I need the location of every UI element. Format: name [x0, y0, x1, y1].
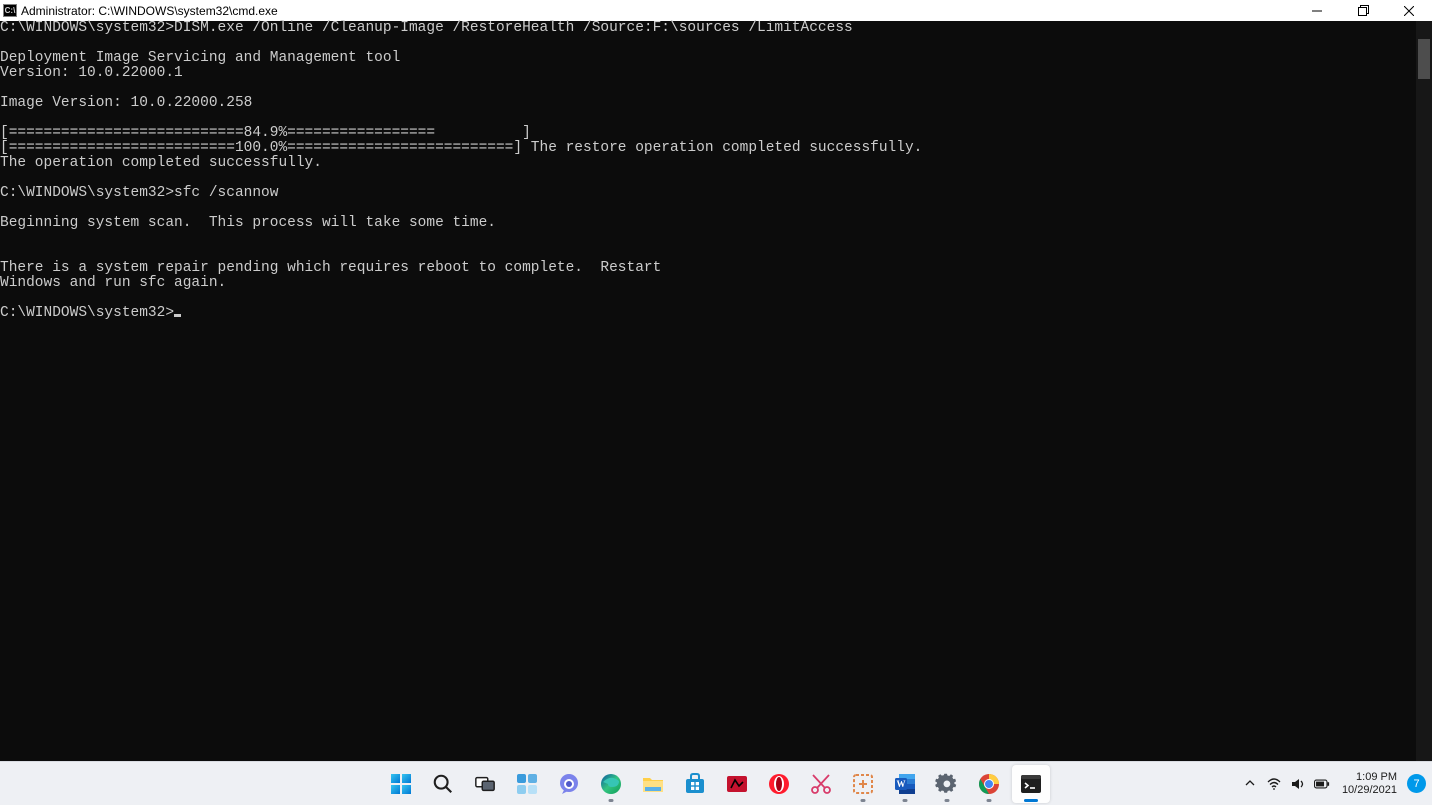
taskbar-item-task-view[interactable] [466, 765, 504, 803]
maximize-icon [1358, 5, 1369, 16]
taskbar-center: W [382, 765, 1050, 803]
taskbar-item-teams-chat[interactable] [550, 765, 588, 803]
snip-sketch-icon [809, 772, 833, 796]
task-view-icon [473, 772, 497, 796]
taskbar-item-file-explorer[interactable] [634, 765, 672, 803]
microsoft-store-icon [683, 772, 707, 796]
taskbar-item-app-red[interactable] [718, 765, 756, 803]
opera-icon [767, 772, 791, 796]
taskbar-item-snipping-tool[interactable] [844, 765, 882, 803]
clock-time: 1:09 PM [1342, 771, 1397, 784]
chrome-icon [977, 772, 1001, 796]
notification-badge[interactable]: 7 [1407, 774, 1426, 793]
taskbar-item-edge[interactable] [592, 765, 630, 803]
taskbar-item-widgets[interactable] [508, 765, 546, 803]
battery-icon[interactable] [1314, 776, 1330, 792]
edge-icon [599, 772, 623, 796]
file-explorer-icon [641, 772, 665, 796]
command-prompt-icon [1019, 772, 1043, 796]
terminal-output: C:\WINDOWS\system32>DISM.exe /Online /Cl… [0, 21, 1432, 321]
taskbar: W 1:09 PM 10/29/2021 7 [0, 761, 1432, 805]
teams-chat-icon [557, 772, 581, 796]
close-button[interactable] [1386, 0, 1432, 21]
minimize-icon [1312, 6, 1322, 16]
clock-date: 10/29/2021 [1342, 784, 1397, 797]
system-tray: 1:09 PM 10/29/2021 7 [1242, 771, 1426, 797]
terminal-area[interactable]: C:\WINDOWS\system32>DISM.exe /Online /Cl… [0, 21, 1432, 761]
taskbar-item-start[interactable] [382, 765, 420, 803]
word-icon: W [893, 772, 917, 796]
clock[interactable]: 1:09 PM 10/29/2021 [1342, 771, 1397, 797]
app-red-icon [725, 772, 749, 796]
taskbar-item-settings[interactable] [928, 765, 966, 803]
volume-icon[interactable] [1290, 776, 1306, 792]
settings-icon [935, 772, 959, 796]
taskbar-item-command-prompt[interactable] [1012, 765, 1050, 803]
taskbar-item-chrome[interactable] [970, 765, 1008, 803]
maximize-button[interactable] [1340, 0, 1386, 21]
scroll-thumb[interactable] [1418, 39, 1430, 79]
close-icon [1404, 6, 1414, 16]
window-controls [1294, 0, 1432, 21]
start-icon [389, 772, 413, 796]
wifi-icon[interactable] [1266, 776, 1282, 792]
svg-text:W: W [897, 779, 906, 789]
window-title: Administrator: C:\WINDOWS\system32\cmd.e… [21, 4, 278, 18]
minimize-button[interactable] [1294, 0, 1340, 21]
widgets-icon [515, 772, 539, 796]
search-icon [431, 772, 455, 796]
taskbar-item-microsoft-store[interactable] [676, 765, 714, 803]
taskbar-item-word[interactable]: W [886, 765, 924, 803]
cmd-app-icon: C:\ [3, 4, 17, 17]
tray-chevron-icon[interactable] [1242, 776, 1258, 792]
taskbar-item-snip-sketch[interactable] [802, 765, 840, 803]
scrollbar[interactable] [1416, 21, 1432, 761]
taskbar-item-search[interactable] [424, 765, 462, 803]
terminal-cursor [174, 314, 181, 317]
snipping-tool-icon [851, 772, 875, 796]
title-bar: C:\ Administrator: C:\WINDOWS\system32\c… [0, 0, 1432, 21]
taskbar-item-opera[interactable] [760, 765, 798, 803]
